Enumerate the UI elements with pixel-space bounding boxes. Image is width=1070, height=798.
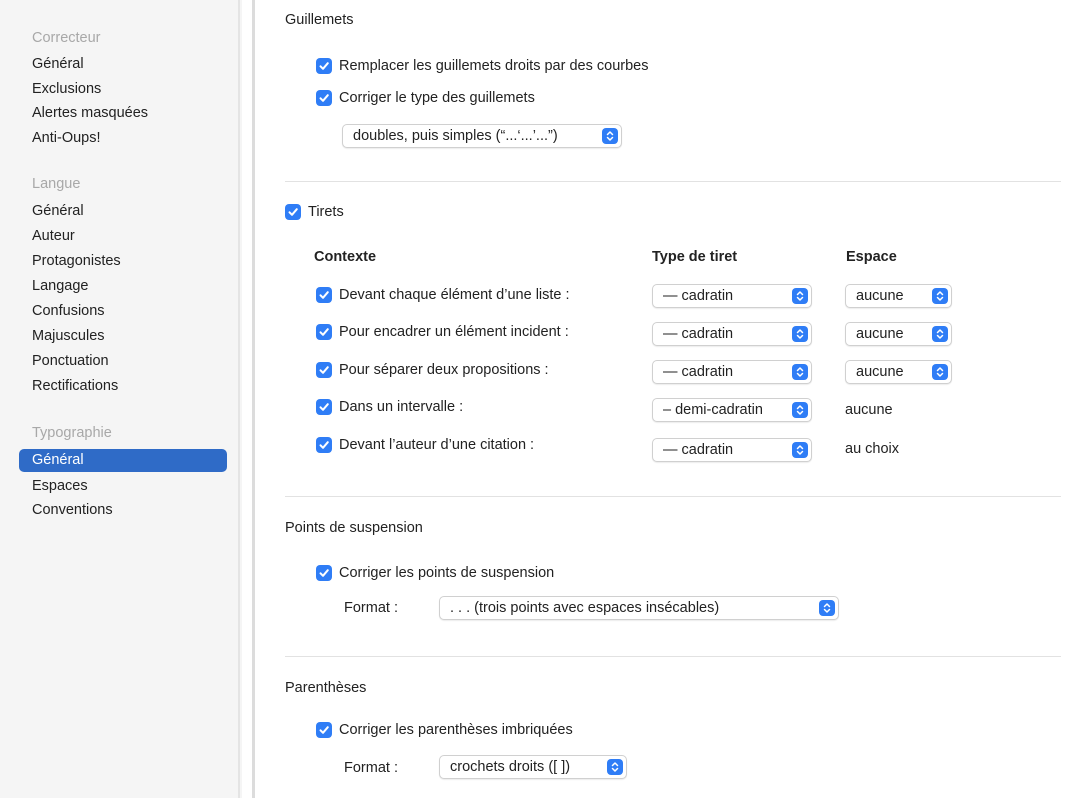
chevron-updown-icon: [792, 442, 808, 458]
dash-propositions-checkbox[interactable]: Pour séparer deux propositions :: [316, 362, 549, 378]
chevron-updown-icon: [932, 288, 948, 304]
quote-type-value: doubles, puis simples (“...‘...’...”): [353, 128, 558, 144]
sidebar-item-ponctuation[interactable]: Ponctuation: [32, 351, 109, 371]
checkmark-icon: [316, 324, 332, 340]
sidebar-item-conventions[interactable]: Conventions: [32, 500, 113, 520]
sidebar-item-confusions[interactable]: Confusions: [32, 301, 105, 321]
suspension-format-value: . . . (trois points avec espaces insécab…: [450, 600, 720, 616]
section-title-guillemets: Guillemets: [285, 12, 354, 28]
chevron-updown-icon: [792, 364, 808, 380]
sidebar: Correcteur Général Exclusions Alertes ma…: [0, 0, 242, 798]
parentheses-format-label: Format :: [344, 760, 398, 776]
sidebar-item-majuscules[interactable]: Majuscules: [32, 326, 105, 346]
chevron-updown-icon: [602, 128, 618, 144]
dash-interval-label: Dans un intervalle :: [339, 399, 464, 415]
dash-propositions-label: Pour séparer deux propositions :: [339, 362, 549, 378]
sidebar-group-langue: Langue: [32, 176, 81, 192]
correct-quotes-checkbox[interactable]: Corriger le type des guillemets: [316, 90, 535, 106]
space-value-static: au choix: [845, 441, 900, 457]
space-popup[interactable]: aucune: [845, 284, 952, 308]
dash-incident-checkbox[interactable]: Pour encadrer un élément incident :: [316, 324, 569, 340]
suspension-label: Corriger les points de suspension: [339, 565, 555, 581]
space-popup[interactable]: aucune: [845, 322, 952, 346]
section-title-parentheses: Parenthèses: [285, 680, 367, 696]
sidebar-item-protagonistes[interactable]: Protagonistes: [32, 251, 121, 271]
checkmark-icon: [316, 565, 332, 581]
dash-interval-checkbox[interactable]: Dans un intervalle :: [316, 399, 463, 415]
checkmark-icon: [285, 204, 301, 220]
suspension-format-label: Format :: [344, 600, 398, 616]
checkmark-icon: [316, 399, 332, 415]
sidebar-item-anti-oups[interactable]: Anti-Oups!: [32, 128, 101, 148]
dash-type-value: — cadratin: [663, 326, 734, 342]
pane-divider[interactable]: [252, 0, 255, 798]
chevron-updown-icon: [607, 759, 623, 775]
checkmark-icon: [316, 362, 332, 378]
checkmark-icon: [316, 58, 332, 74]
column-header-context: Contexte: [314, 249, 377, 265]
sidebar-item-langue-general[interactable]: Général: [32, 201, 84, 221]
sidebar-item-exclusions[interactable]: Exclusions: [32, 79, 101, 99]
replace-quotes-label: Remplacer les guillemets droits par des …: [339, 58, 649, 74]
sidebar-item-typographie-general[interactable]: Général: [19, 449, 227, 472]
section-divider: [285, 656, 1061, 657]
dash-type-popup[interactable]: — cadratin: [652, 438, 812, 462]
dash-citation-checkbox[interactable]: Devant l’auteur d’une citation :: [316, 437, 534, 453]
sidebar-item-alertes-masquees[interactable]: Alertes masquées: [32, 103, 148, 123]
dash-list-item-label: Devant chaque élément d’une liste :: [339, 287, 570, 303]
column-header-space: Espace: [846, 249, 897, 265]
space-value-static: aucune: [845, 402, 893, 418]
column-header-dash-type: Type de tiret: [652, 249, 738, 265]
chevron-updown-icon: [792, 288, 808, 304]
space-value: aucune: [856, 326, 904, 342]
sidebar-divider: [238, 0, 240, 798]
checkmark-icon: [316, 437, 332, 453]
space-value: aucune: [856, 288, 904, 304]
sidebar-item-auteur[interactable]: Auteur: [32, 226, 75, 246]
parentheses-format-value: crochets droits ([ ]): [450, 759, 571, 775]
sidebar-group-correcteur: Correcteur: [32, 30, 101, 46]
sidebar-item-espaces[interactable]: Espaces: [32, 476, 88, 496]
parentheses-checkbox[interactable]: Corriger les parenthèses imbriquées: [316, 722, 573, 738]
dash-type-value: — cadratin: [663, 288, 734, 304]
dash-type-value: — cadratin: [663, 442, 734, 458]
space-value: aucune: [856, 364, 904, 380]
section-title-suspension: Points de suspension: [285, 520, 423, 536]
sidebar-item-correcteur-general[interactable]: Général: [32, 54, 84, 74]
checkmark-icon: [316, 287, 332, 303]
dash-type-value: — cadratin: [663, 364, 734, 380]
correct-quotes-label: Corriger le type des guillemets: [339, 90, 535, 106]
dash-type-popup[interactable]: — cadratin: [652, 360, 812, 384]
suspension-checkbox[interactable]: Corriger les points de suspension: [316, 565, 554, 581]
suspension-format-popup[interactable]: . . . (trois points avec espaces insécab…: [439, 596, 839, 620]
chevron-updown-icon: [792, 326, 808, 342]
dash-list-item-checkbox[interactable]: Devant chaque élément d’une liste :: [316, 287, 570, 303]
tirets-checkbox[interactable]: Tirets: [285, 204, 344, 220]
sidebar-group-typographie: Typographie: [32, 425, 112, 441]
tirets-label: Tirets: [308, 204, 344, 220]
chevron-updown-icon: [792, 402, 808, 418]
quote-type-popup[interactable]: doubles, puis simples (“...‘...’...”): [342, 124, 622, 148]
checkmark-icon: [316, 722, 332, 738]
dash-type-popup[interactable]: – demi-cadratin: [652, 398, 812, 422]
parentheses-format-popup[interactable]: crochets droits ([ ]): [439, 755, 627, 779]
parentheses-label: Corriger les parenthèses imbriquées: [339, 722, 573, 738]
chevron-updown-icon: [932, 364, 948, 380]
dash-type-popup[interactable]: — cadratin: [652, 284, 812, 308]
chevron-updown-icon: [819, 600, 835, 616]
dash-type-value: – demi-cadratin: [663, 402, 763, 418]
section-divider: [285, 181, 1061, 182]
checkmark-icon: [316, 90, 332, 106]
sidebar-item-rectifications[interactable]: Rectifications: [32, 376, 118, 396]
dash-citation-label: Devant l’auteur d’une citation :: [339, 437, 535, 453]
space-popup[interactable]: aucune: [845, 360, 952, 384]
dash-type-popup[interactable]: — cadratin: [652, 322, 812, 346]
dash-incident-label: Pour encadrer un élément incident :: [339, 324, 569, 340]
chevron-updown-icon: [932, 326, 948, 342]
replace-quotes-checkbox[interactable]: Remplacer les guillemets droits par des …: [316, 58, 648, 74]
sidebar-item-langage[interactable]: Langage: [32, 276, 88, 296]
section-divider: [285, 496, 1061, 497]
